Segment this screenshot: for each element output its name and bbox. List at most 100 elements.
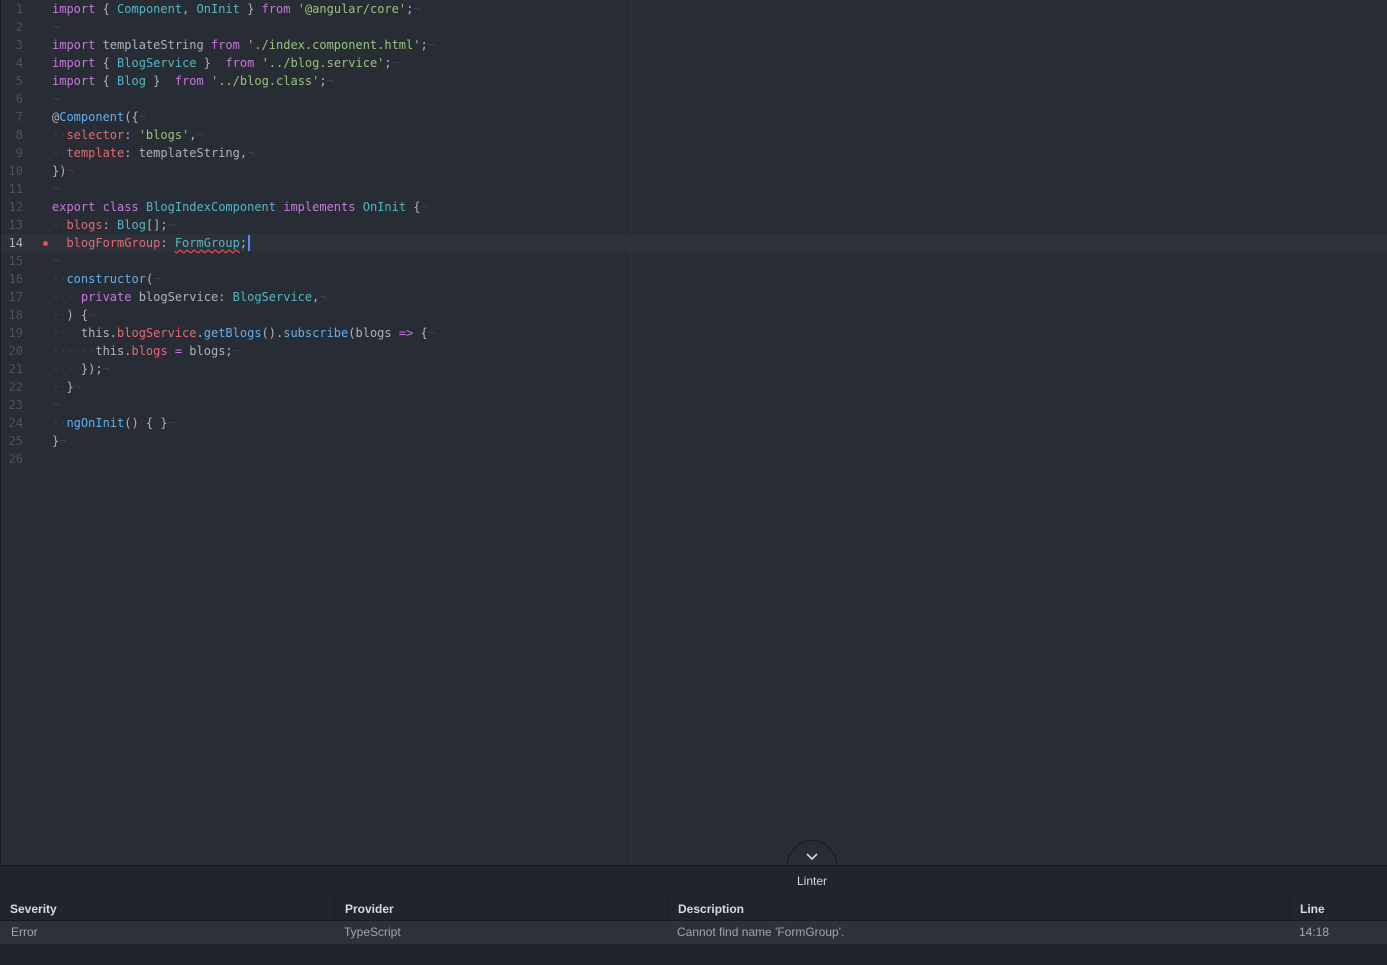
code-line[interactable]: 7 @Component({¬ (1, 108, 1387, 126)
line-number[interactable]: 11 (1, 180, 23, 198)
line-number[interactable]: 23 (1, 396, 23, 414)
code-line[interactable]: 3 import templateString from './index.com… (1, 36, 1387, 54)
code-token: this. (80, 326, 118, 340)
code-text[interactable]: ¬ (52, 396, 59, 414)
line-number[interactable]: 2 (1, 18, 23, 36)
code-text[interactable]: @Component({¬ (52, 108, 146, 126)
column-header-severity[interactable]: Severity (0, 898, 334, 920)
code-token: Blog (117, 74, 146, 88)
line-number[interactable]: 12 (1, 198, 23, 216)
code-text[interactable]: ¬ (52, 18, 59, 36)
code-token: ···· (52, 290, 81, 304)
lint-error-marker[interactable] (43, 241, 48, 246)
code-line[interactable]: 8 ··selector: 'blogs',¬ (1, 126, 1387, 144)
code-text[interactable]: ··) {¬ (52, 306, 95, 324)
column-header-line[interactable]: Line (1289, 898, 1387, 920)
code-text[interactable]: ¬ (52, 252, 59, 270)
code-line[interactable]: 18 ··) {¬ (1, 306, 1387, 324)
code-line[interactable]: 15 ¬ (1, 252, 1387, 270)
code-line[interactable]: 9 ··template: templateString,¬ (1, 144, 1387, 162)
code-token: (blogs (348, 326, 399, 340)
code-line[interactable]: 13 ··blogs: Blog[];¬ (1, 216, 1387, 234)
code-token: import (52, 56, 96, 70)
code-token: ¬ (153, 272, 161, 286)
code-text[interactable]: }¬ (52, 432, 66, 450)
line-number[interactable]: 25 (1, 432, 23, 450)
code-token: from (261, 2, 291, 16)
line-number[interactable]: 4 (1, 54, 23, 72)
code-text[interactable]: import { Component, OnInit } from '@angu… (52, 0, 421, 18)
code-line[interactable]: 23 ¬ (1, 396, 1387, 414)
code-line[interactable]: 25 }¬ (1, 432, 1387, 450)
code-text[interactable]: ··constructor(¬ (52, 270, 160, 288)
line-number[interactable]: 10 (1, 162, 23, 180)
code-line[interactable]: 21 ····});¬ (1, 360, 1387, 378)
code-line[interactable]: 4 import { BlogService } from '../blog.se… (1, 54, 1387, 72)
code-line[interactable]: 6 ¬ (1, 90, 1387, 108)
code-token: ······ (52, 344, 96, 358)
line-number[interactable]: 9 (1, 144, 23, 162)
code-text[interactable]: })¬ (52, 162, 74, 180)
code-line[interactable]: 19 ····this.blogService.getBlogs().subscr… (1, 324, 1387, 342)
code-token: ¬ (88, 308, 96, 322)
code-line[interactable]: 5 import { Blog } from '../blog.class';¬ (1, 72, 1387, 90)
code-text[interactable]: ····private blogService: BlogService,¬ (52, 288, 327, 306)
code-line[interactable]: 12 export class BlogIndexComponent implem… (1, 198, 1387, 216)
line-number[interactable]: 8 (1, 126, 23, 144)
code-line[interactable]: 11 ¬ (1, 180, 1387, 198)
code-text[interactable]: ¬ (52, 180, 59, 198)
code-text[interactable]: ··blogs: Blog[];¬ (52, 216, 175, 234)
code-text[interactable]: ··}¬ (52, 378, 81, 396)
line-number[interactable]: 17 (1, 288, 23, 306)
line-number[interactable]: 16 (1, 270, 23, 288)
code-line[interactable]: 24 ··ngOnInit() { }¬ (1, 414, 1387, 432)
code-line[interactable]: 1 import { Component, OnInit } from '@ang… (1, 0, 1387, 18)
line-number[interactable]: 26 (1, 450, 23, 468)
code-text[interactable]: export class BlogIndexComponent implemen… (52, 198, 428, 216)
line-cell[interactable]: 14:18 (1289, 921, 1387, 944)
line-number[interactable]: 5 (1, 72, 23, 90)
code-text[interactable]: ¬ (52, 90, 59, 108)
code-token: ¬ (420, 200, 428, 214)
code-token: blogs (66, 218, 103, 232)
line-number[interactable]: 15 (1, 252, 23, 270)
line-number[interactable]: 3 (1, 36, 23, 54)
code-text[interactable]: ······this.blogs = blogs;¬ (52, 342, 240, 360)
line-number[interactable]: 6 (1, 90, 23, 108)
code-line[interactable]: 16 ··constructor(¬ (1, 270, 1387, 288)
code-line[interactable]: 2 ¬ (1, 18, 1387, 36)
code-text[interactable]: import { BlogService } from '../blog.ser… (52, 54, 399, 72)
code-text[interactable]: ··ngOnInit() { }¬ (52, 414, 175, 432)
code-line[interactable]: 26 (1, 450, 1387, 468)
line-number[interactable]: 1 (1, 0, 23, 18)
line-number[interactable]: 21 (1, 360, 23, 378)
code-token: Component (117, 2, 183, 16)
line-number[interactable]: 19 (1, 324, 23, 342)
code-text[interactable]: ····this.blogService.getBlogs().subscrib… (52, 324, 435, 342)
code-line[interactable]: 22 ··}¬ (1, 378, 1387, 396)
line-number[interactable]: 7 (1, 108, 23, 126)
editor-lines[interactable]: 1 import { Component, OnInit } from '@ang… (1, 0, 1387, 468)
code-line[interactable]: 17 ····private blogService: BlogService,¬ (1, 288, 1387, 306)
line-number[interactable]: 18 (1, 306, 23, 324)
column-header-provider[interactable]: Provider (334, 898, 667, 920)
code-token: ·· (52, 128, 67, 142)
code-text[interactable]: import { Blog } from '../blog.class';¬ (52, 72, 334, 90)
code-line[interactable]: 20 ······this.blogs = blogs;¬ (1, 342, 1387, 360)
code-token: : (160, 236, 175, 250)
code-editor[interactable]: 1 import { Component, OnInit } from '@ang… (0, 0, 1387, 865)
line-number[interactable]: 24 (1, 414, 23, 432)
line-number[interactable]: 20 (1, 342, 23, 360)
line-number[interactable]: 22 (1, 378, 23, 396)
code-text[interactable]: ··blogFormGroup: FormGroup; (52, 234, 247, 252)
line-number[interactable]: 13 (1, 216, 23, 234)
code-text[interactable]: ··selector: 'blogs',¬ (52, 126, 204, 144)
code-text[interactable]: import templateString from './index.comp… (52, 36, 435, 54)
code-line[interactable]: 10 })¬ (1, 162, 1387, 180)
code-text[interactable]: ····});¬ (52, 360, 110, 378)
code-line[interactable]: 14 ··blogFormGroup: FormGroup; (1, 234, 1387, 252)
table-row[interactable]: Error TypeScript Cannot find name 'FormG… (0, 921, 1387, 944)
code-text[interactable]: ··template: templateString,¬ (52, 144, 254, 162)
column-header-description[interactable]: Description (667, 898, 1289, 920)
line-number[interactable]: 14 (1, 234, 23, 252)
